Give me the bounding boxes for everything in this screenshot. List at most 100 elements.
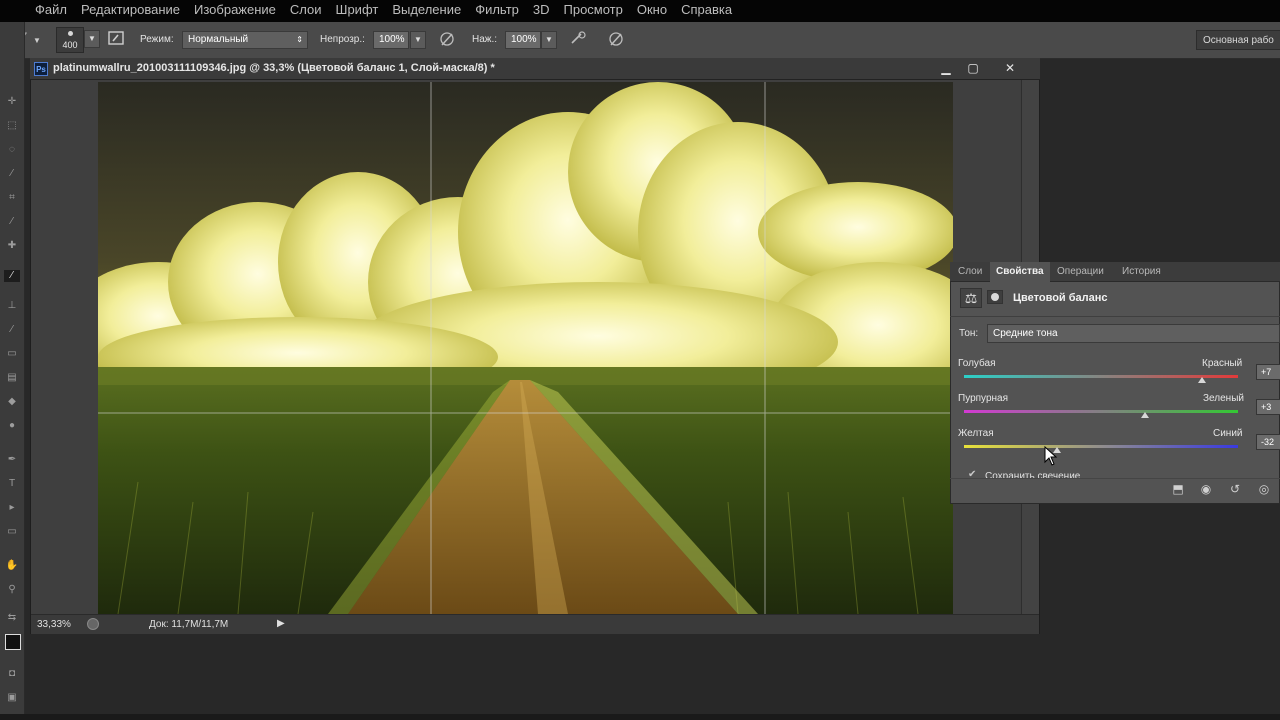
- reset-icon[interactable]: ↺: [1227, 482, 1243, 496]
- marquee-tool-icon[interactable]: ⬚: [4, 120, 20, 132]
- panel-tab-bar: Слои Свойства Операции История: [950, 262, 1280, 282]
- close-button[interactable]: ✕: [999, 60, 1021, 76]
- swap-colors-icon[interactable]: ⇆: [4, 612, 20, 624]
- cyan-red-track[interactable]: [964, 375, 1238, 378]
- brush-size-picker[interactable]: 400: [56, 27, 84, 53]
- select-arrows-icon: ⇕: [296, 35, 303, 44]
- cyan-red-thumb[interactable]: [1198, 377, 1207, 383]
- foreground-color-swatch[interactable]: [5, 634, 21, 650]
- pen-tool-icon[interactable]: ✒: [4, 454, 20, 466]
- slider-blue-label: Синий: [1213, 428, 1243, 439]
- eraser-tool-icon[interactable]: ▭: [4, 348, 20, 360]
- move-tool-icon[interactable]: ✛: [4, 96, 20, 108]
- quick-mask-icon[interactable]: ◘: [4, 668, 20, 680]
- slider-magenta-label: Пурпурная: [958, 393, 1008, 404]
- tablet-size-icon[interactable]: [606, 30, 626, 50]
- status-info-icon[interactable]: [87, 618, 99, 630]
- screen-mode-icon[interactable]: ▣: [4, 692, 20, 704]
- brush-tool-active-icon[interactable]: ⁄: [4, 270, 20, 282]
- document-canvas-image[interactable]: [98, 82, 953, 614]
- yellow-blue-track[interactable]: [964, 445, 1238, 448]
- opacity-input[interactable]: 100%: [373, 31, 409, 49]
- gradient-tool-icon[interactable]: ▤: [4, 372, 20, 384]
- path-select-tool-icon[interactable]: ▸: [4, 502, 20, 514]
- tab-layers[interactable]: Слои: [952, 262, 988, 282]
- status-menu-arrow-icon[interactable]: ▶: [277, 618, 285, 629]
- document-size: Док: 11,7M/11,7M: [149, 619, 229, 630]
- slider-yellow-label: Желтая: [958, 428, 994, 439]
- visibility-icon[interactable]: ◎: [1256, 482, 1272, 496]
- view-previous-icon[interactable]: ◉: [1198, 482, 1214, 496]
- hand-tool-icon[interactable]: ✋: [4, 560, 20, 572]
- eyedropper-tool-icon[interactable]: ⁄: [4, 216, 20, 228]
- lasso-tool-icon[interactable]: ◌: [4, 144, 20, 156]
- magenta-green-thumb[interactable]: [1140, 412, 1149, 418]
- pressure-label: Наж.:: [472, 34, 498, 45]
- magenta-green-track[interactable]: [964, 410, 1238, 413]
- zoom-level[interactable]: 33,33%: [37, 619, 71, 630]
- menu-view[interactable]: Просмотр: [557, 0, 630, 20]
- color-balance-icon: ⚖: [960, 288, 982, 308]
- document-title: platinumwallru_201003111109346.jpg @ 33,…: [53, 62, 495, 74]
- panel-divider: [950, 316, 1280, 317]
- dodge-tool-icon[interactable]: ●: [4, 420, 20, 432]
- opacity-dropdown-icon[interactable]: ▼: [410, 31, 426, 49]
- brush-size-value: 400: [62, 40, 78, 50]
- shape-tool-icon[interactable]: ▭: [4, 526, 20, 538]
- tool-preset-arrow-icon[interactable]: ▼: [33, 36, 41, 45]
- slider-cyan-label: Голубая: [958, 358, 996, 369]
- menu-type[interactable]: Шрифт: [329, 0, 386, 20]
- tab-properties[interactable]: Свойства: [990, 262, 1050, 282]
- blend-mode-value: Нормальный: [188, 34, 249, 45]
- menu-image[interactable]: Изображение: [187, 0, 283, 20]
- pressure-dropdown-icon[interactable]: ▼: [541, 31, 557, 49]
- workspace-switcher[interactable]: Основная рабо: [1196, 30, 1280, 50]
- menu-help[interactable]: Справка: [674, 0, 739, 20]
- cyan-red-value[interactable]: +7: [1256, 364, 1280, 380]
- slider-green-label: Зеленый: [1203, 393, 1244, 404]
- photoshop-doc-icon: Ps: [34, 62, 48, 76]
- magenta-green-value[interactable]: +3: [1256, 399, 1280, 415]
- crop-tool-icon[interactable]: ⌗: [4, 192, 20, 204]
- menu-bar: Файл Редактирование Изображение Слои Шри…: [0, 0, 739, 20]
- blur-tool-icon[interactable]: ◆: [4, 396, 20, 408]
- menu-window[interactable]: Окно: [630, 0, 674, 20]
- mode-label: Режим:: [140, 34, 174, 45]
- tone-label: Тон:: [959, 328, 979, 339]
- document-status-bar: 33,33% Док: 11,7M/11,7M ▶: [31, 614, 1039, 634]
- menu-edit[interactable]: Редактирование: [74, 0, 187, 20]
- bottom-strip: [0, 714, 1280, 720]
- menu-layers[interactable]: Слои: [283, 0, 329, 20]
- blend-mode-select[interactable]: Нормальный ⇕: [182, 31, 308, 49]
- slider-red-label: Красный: [1202, 358, 1243, 369]
- tab-history[interactable]: История: [1116, 262, 1167, 282]
- zoom-tool-icon[interactable]: ⚲: [4, 584, 20, 596]
- yellow-blue-value[interactable]: -32: [1256, 434, 1280, 450]
- menu-select[interactable]: Выделение: [385, 0, 468, 20]
- tab-actions[interactable]: Операции: [1051, 262, 1110, 282]
- quick-select-tool-icon[interactable]: ⁄: [4, 168, 20, 180]
- tone-select[interactable]: Средние тона: [987, 324, 1280, 343]
- opacity-label: Непрозр.:: [320, 34, 365, 45]
- brush-panel-icon[interactable]: [106, 30, 126, 50]
- panel-footer-divider: [950, 478, 1280, 479]
- tone-value: Средние тона: [993, 328, 1058, 339]
- history-brush-tool-icon[interactable]: ⁄: [4, 324, 20, 336]
- minimize-button[interactable]: ▁: [935, 60, 957, 76]
- type-tool-icon[interactable]: T: [4, 478, 20, 490]
- adjustment-title: Цветовой баланс: [1013, 292, 1108, 304]
- menu-3d[interactable]: 3D: [526, 0, 557, 20]
- clip-to-layer-icon[interactable]: ⬒: [1170, 482, 1186, 496]
- menu-file[interactable]: Файл: [0, 0, 74, 20]
- mask-icon[interactable]: [987, 290, 1003, 304]
- maximize-button[interactable]: ▢: [962, 60, 984, 76]
- tablet-opacity-icon[interactable]: [437, 30, 457, 50]
- healing-tool-icon[interactable]: ✚: [4, 240, 20, 252]
- brush-size-dropdown-icon[interactable]: ▼: [84, 30, 100, 48]
- mouse-cursor-icon: [1044, 445, 1058, 471]
- clone-stamp-tool-icon[interactable]: ⊥: [4, 300, 20, 312]
- airbrush-icon[interactable]: [568, 30, 588, 50]
- pressure-input[interactable]: 100%: [505, 31, 541, 49]
- brush-tip-icon: [68, 31, 73, 36]
- menu-filter[interactable]: Фильтр: [468, 0, 526, 20]
